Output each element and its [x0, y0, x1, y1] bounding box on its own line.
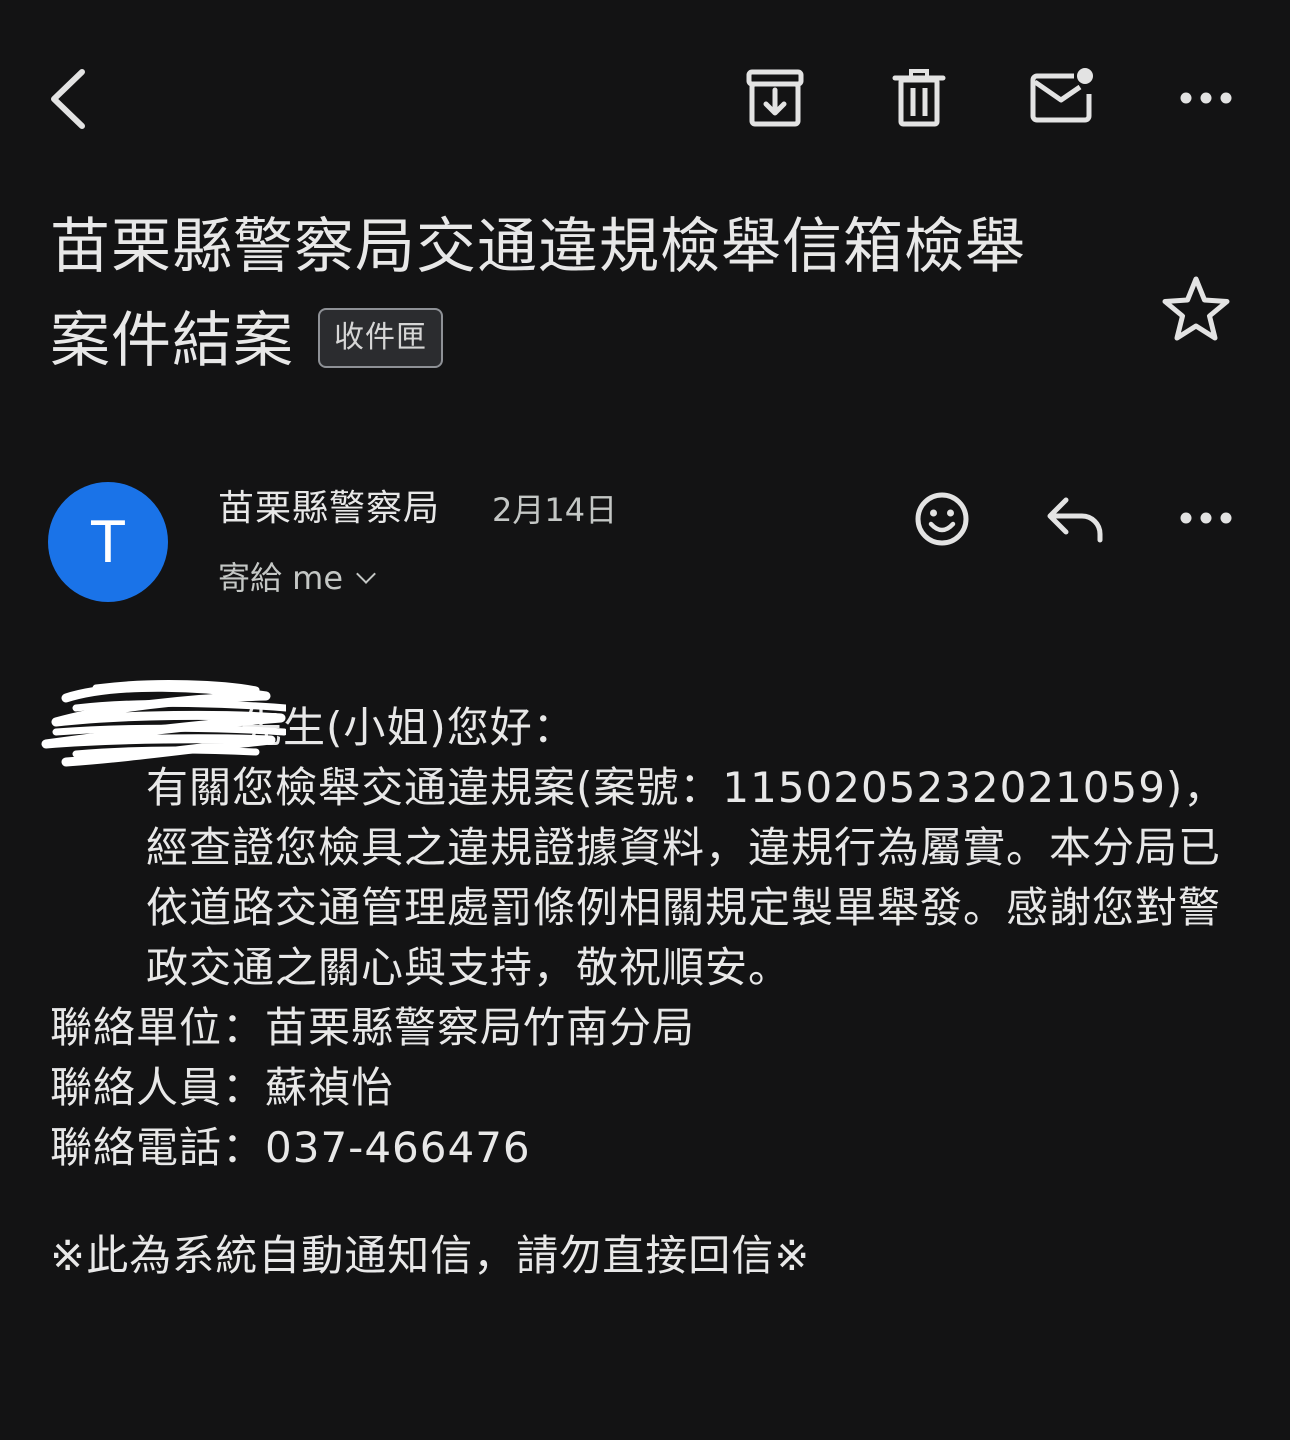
add-reaction-button[interactable]	[913, 490, 971, 548]
star-button[interactable]	[1160, 274, 1232, 344]
sent-date: 2月14日	[492, 491, 618, 529]
auto-notice: ※此為系統自動通知信，請勿直接回信※	[50, 1231, 811, 1280]
more-horizontal-icon	[1180, 86, 1232, 110]
trash-icon	[892, 68, 946, 128]
more-options-button[interactable]	[1180, 86, 1232, 110]
emoji-reaction-icon	[913, 490, 971, 548]
back-button[interactable]	[44, 66, 92, 132]
contact-unit: 聯絡單位：苗栗縣警察局竹南分局	[50, 1003, 696, 1052]
star-outline-icon	[1160, 274, 1232, 344]
archive-button[interactable]	[746, 68, 804, 128]
arrow-back-icon	[44, 66, 92, 132]
mark-unread-button[interactable]	[1030, 66, 1096, 126]
archive-icon	[746, 68, 804, 128]
message-more-button[interactable]	[1180, 506, 1232, 530]
subject-title: 苗栗縣警察局交通違規檢舉信箱檢舉案件結案	[50, 212, 1026, 376]
sender-avatar[interactable]: T	[48, 482, 168, 602]
email-subject: 苗栗縣警察局交通違規檢舉信箱檢舉案件結案 收件匣	[50, 200, 1080, 388]
message-body: 先生(小姐)您好： 有關您檢舉交通違規案(案號：1150205232021059…	[50, 698, 1250, 1286]
recipient-details-toggle[interactable]: 寄給 me	[218, 556, 376, 600]
contact-phone: 聯絡電話：037-466476	[50, 1123, 531, 1172]
name-redaction-scribble	[41, 680, 286, 767]
recipient-label: 寄給 me	[218, 559, 344, 597]
more-horizontal-icon	[1180, 506, 1232, 530]
sender-name: 苗栗縣警察局	[218, 488, 441, 529]
mail-unread-icon	[1030, 66, 1096, 126]
reply-button[interactable]	[1044, 494, 1106, 544]
reply-icon	[1044, 494, 1106, 544]
chevron-down-icon	[356, 564, 376, 584]
delete-button[interactable]	[892, 68, 946, 128]
contact-person: 聯絡人員：蘇禎怡	[50, 1063, 395, 1112]
body-paragraph: 有關您檢舉交通違規案(案號：1150205232021059)，經查證您檢具之違…	[146, 763, 1227, 992]
inbox-label-chip[interactable]: 收件匣	[318, 308, 443, 369]
